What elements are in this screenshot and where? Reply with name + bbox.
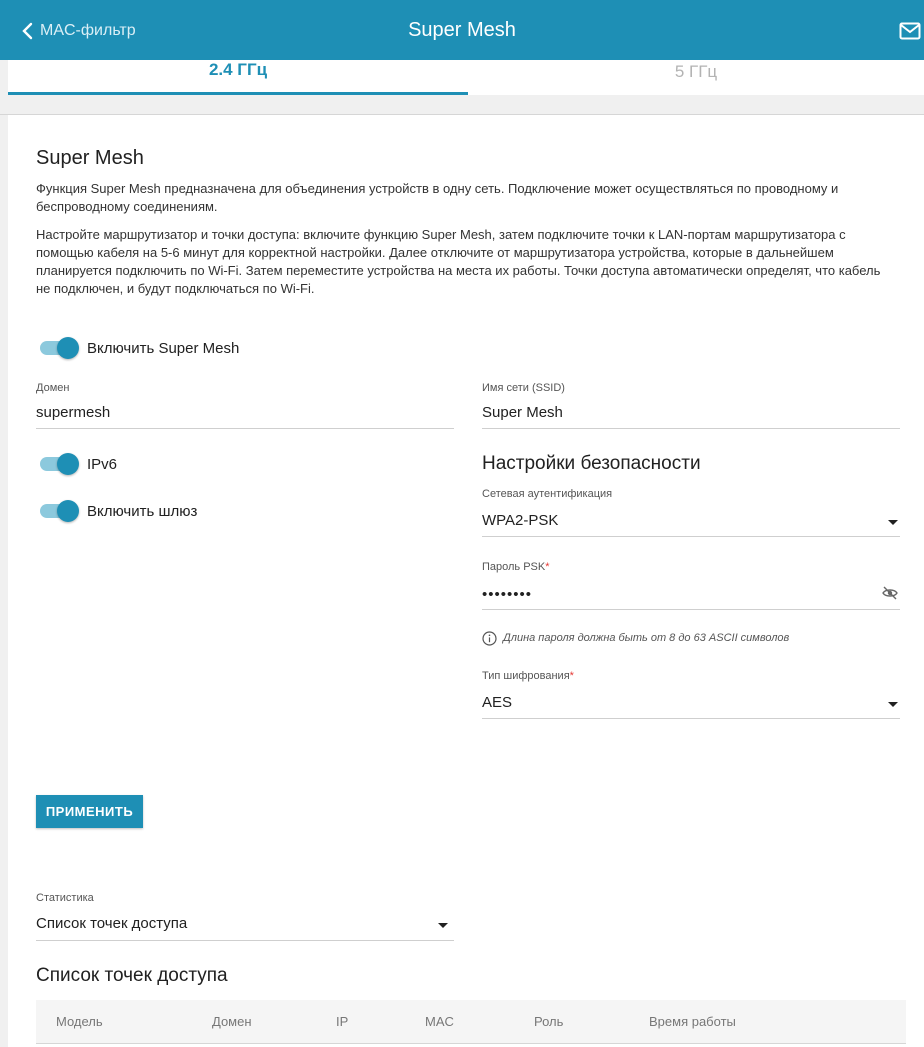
ipv6-label: IPv6	[87, 455, 118, 473]
section-instructions: Настройте маршрутизатор и точки доступа:…	[36, 227, 881, 296]
column-header[interactable]: Модель	[56, 1014, 103, 1029]
auth-value[interactable]: WPA2-PSK	[482, 512, 900, 529]
domain-field[interactable]: Домен supermesh	[36, 382, 454, 430]
section-title: Super Mesh	[36, 147, 144, 169]
column-header[interactable]: MAC	[425, 1014, 454, 1029]
auth-select[interactable]: Сетевая аутентификация WPA2-PSK	[482, 488, 900, 538]
eye-off-icon[interactable]	[882, 586, 898, 600]
column-header[interactable]: Время работы	[649, 1014, 736, 1029]
stats-value[interactable]: Список точек доступа	[36, 915, 454, 932]
toggle-switch[interactable]	[40, 500, 79, 522]
column-header[interactable]: Роль	[534, 1014, 563, 1029]
tabs-divider	[0, 95, 924, 115]
ssid-label: Имя сети (SSID)	[482, 382, 565, 394]
tab-2-4ghz[interactable]: 2.4 ГГц	[8, 60, 468, 95]
cipher-value[interactable]: AES	[482, 694, 900, 711]
ipv6-toggle[interactable]: IPv6	[40, 452, 117, 476]
domain-input[interactable]: supermesh	[36, 404, 454, 421]
psk-input[interactable]: ••••••••	[482, 586, 900, 603]
domain-label: Домен	[36, 382, 70, 394]
cipher-select[interactable]: Тип шифрования* AES	[482, 670, 900, 720]
band-tabs: 2.4 ГГц 5 ГГц	[8, 60, 924, 95]
caret-down-icon[interactable]	[888, 520, 898, 525]
column-header[interactable]: Домен	[212, 1014, 252, 1029]
mail-icon[interactable]	[899, 22, 921, 40]
column-header[interactable]: IP	[336, 1014, 348, 1029]
enable-mesh-toggle[interactable]: Включить Super Mesh	[40, 336, 239, 360]
password-hint-text: Длина пароля должна быть от 8 до 63 ASCI…	[503, 632, 790, 644]
caret-down-icon[interactable]	[888, 702, 898, 707]
auth-label: Сетевая аутентификация	[482, 488, 613, 500]
toggle-switch[interactable]	[40, 337, 79, 359]
apply-button[interactable]: ПРИМЕНИТЬ	[36, 795, 143, 828]
ssid-field[interactable]: Имя сети (SSID) Super Mesh	[482, 382, 900, 430]
ap-list-title: Список точек доступа	[36, 965, 228, 986]
left-gutter	[0, 60, 8, 1047]
gateway-label: Включить шлюз	[87, 502, 198, 520]
password-hint: Длина пароля должна быть от 8 до 63 ASCI…	[482, 630, 789, 646]
caret-down-icon[interactable]	[438, 923, 448, 928]
stats-select[interactable]: Статистика Список точек доступа	[36, 892, 454, 942]
ssid-input[interactable]: Super Mesh	[482, 404, 900, 421]
top-bar: MAC-фильтр Super Mesh	[0, 0, 924, 60]
cipher-label: Тип шифрования*	[482, 670, 574, 682]
section-description: Функция Super Mesh предназначена для объ…	[36, 181, 839, 214]
enable-mesh-label: Включить Super Mesh	[87, 339, 240, 357]
gateway-toggle[interactable]: Включить шлюз	[40, 499, 197, 523]
psk-label: Пароль PSK*	[482, 561, 550, 573]
security-title: Настройки безопасности	[482, 453, 701, 474]
toggle-switch[interactable]	[40, 453, 79, 475]
stats-label: Статистика	[36, 892, 94, 904]
psk-field[interactable]: Пароль PSK* ••••••••	[482, 561, 900, 611]
ap-table-header: Модель Домен IP MAC Роль Время работы	[36, 1000, 906, 1044]
info-icon	[482, 630, 497, 646]
page-title: Super Mesh	[408, 19, 516, 41]
tab-5ghz[interactable]: 5 ГГц	[468, 60, 924, 95]
